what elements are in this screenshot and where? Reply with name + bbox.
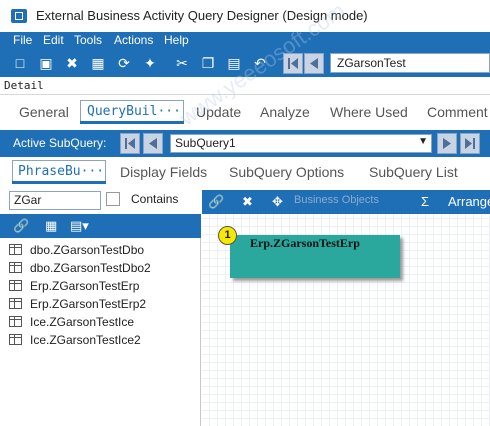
active-subtab-indicator [12,181,106,184]
menu-help[interactable]: Help [164,33,189,47]
detail-row: Detail [0,77,490,95]
link-icon[interactable]: 🔗 [208,194,224,210]
menu-edit[interactable]: Edit [43,33,64,47]
tab-subquery-list[interactable]: SubQuery List [369,164,458,180]
app-icon [11,9,27,23]
chevron-down-icon[interactable]: ▼ [418,136,428,147]
table-icon [9,244,22,255]
contains-checkbox[interactable] [106,192,120,206]
designer-toolbar: 🔗 ✖ ✥ Business Objects Σ Arrange [202,190,490,214]
refresh-icon[interactable]: ⟳ [114,53,134,73]
tab-comment[interactable]: Comment [427,104,488,120]
subquery-select[interactable]: SubQuery1 ▼ [170,134,432,153]
tab-display-fields[interactable]: Display Fields [120,164,207,180]
link-icon[interactable]: 🔗 [13,218,29,234]
save-icon[interactable]: ▣ [36,53,56,73]
clipboard-icon[interactable]: ▦ [88,53,108,73]
menu-bar: File Edit Tools Actions Help [0,32,490,50]
query-name-input[interactable]: ZGarsonTest [330,53,490,73]
subquery-previous-button[interactable] [143,133,163,154]
object-search-input[interactable]: ZGar [9,191,101,210]
new-icon[interactable]: □ [10,53,30,73]
copy-icon[interactable]: ❐ [198,53,218,73]
tab-where-used[interactable]: Where Used [330,104,408,120]
move-icon[interactable]: ✥ [272,194,283,210]
subquery-next-button[interactable] [437,133,457,154]
subquery-value: SubQuery1 [175,136,236,150]
tab-phrasebuilder[interactable]: PhraseBu··· [12,160,106,182]
first-record-button[interactable] [283,53,303,74]
arrange-button[interactable]: Arrange [448,194,490,209]
entity-name: Erp.ZGarsonTestErp [250,236,360,250]
menu-file[interactable]: File [13,33,32,47]
tab-general[interactable]: General [19,104,69,120]
table-icon [9,298,22,309]
tab-subquery-options[interactable]: SubQuery Options [229,164,344,180]
table-icon [9,334,22,345]
contains-label: Contains [131,192,179,206]
tab-analyze[interactable]: Analyze [260,104,310,120]
object-list: dbo.ZGarsonTestDbo dbo.ZGarsonTestDbo2 E… [0,238,201,426]
table-icon[interactable]: ▦ [45,218,57,234]
close-icon[interactable]: ✖ [62,53,82,73]
window-title: External Business Activity Query Designe… [36,8,368,23]
active-tab-indicator [80,121,184,124]
title-bar: External Business Activity Query Designe… [0,0,490,32]
undo-icon[interactable]: ↶ [250,53,270,73]
delete-icon[interactable]: ✖ [242,194,253,210]
cut-icon[interactable]: ✂ [172,53,192,73]
sum-icon[interactable]: Σ [421,194,429,209]
menu-tools[interactable]: Tools [74,33,102,47]
tab-update[interactable]: Update [196,104,241,120]
subquery-last-button[interactable] [460,133,480,154]
entity-badge: 1 [218,226,237,245]
business-objects-button[interactable]: Business Objects [294,194,379,206]
table-icon [9,262,22,273]
clean-icon[interactable]: ✦ [140,53,160,73]
subquery-first-button[interactable] [120,133,140,154]
object-list-toolbar: 🔗 ▦ ▤▾ [0,214,201,238]
table-icon [9,280,22,291]
detail-label: Detail [4,79,44,92]
tab-querybuilder[interactable]: QueryBuil··· [80,100,184,122]
table-dropdown-icon[interactable]: ▤▾ [70,218,89,234]
active-subquery-label: Active SubQuery: [13,136,107,150]
previous-record-button[interactable] [304,53,324,74]
menu-actions[interactable]: Actions [114,33,153,47]
table-icon [9,316,22,327]
paste-icon[interactable]: ▤ [224,53,244,73]
